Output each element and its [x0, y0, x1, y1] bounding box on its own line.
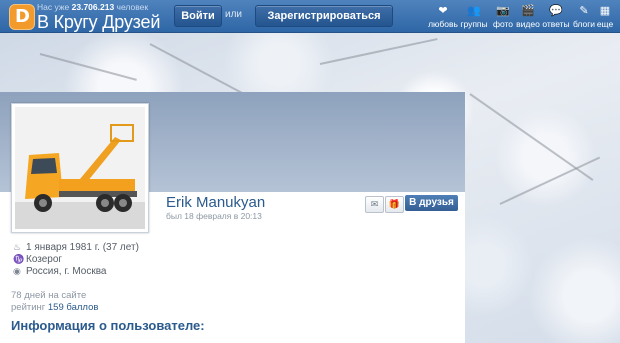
birthday-text: 1 января 1981 г. (37 лет): [26, 242, 139, 253]
logo-letter: D: [15, 6, 30, 27]
top-navigation-bar: D Нас уже 23.706.213 человек В Кругу Дру…: [0, 0, 620, 33]
truck-photo-image: [15, 107, 145, 229]
send-message-button[interactable]: ✉: [365, 196, 384, 213]
member-counter: Нас уже 23.706.213 человек: [37, 2, 148, 12]
location-row: ◉ Россия, г. Москва: [13, 266, 106, 277]
location-text: Россия, г. Москва: [26, 266, 107, 277]
last-seen: был 18 февраля в 20:13: [166, 211, 262, 221]
zodiac-text: Козерог: [26, 254, 63, 265]
rating-label: рейтинг: [11, 302, 46, 313]
days-on-site: 78 дней на сайте: [11, 290, 87, 301]
zodiac-row: ♑ Козерог: [13, 254, 62, 265]
counter-suffix: человек: [116, 2, 149, 12]
counter-value: 23.706.213: [71, 2, 115, 12]
rating-row: рейтинг 159 баллов: [11, 302, 98, 313]
send-gift-button[interactable]: 🎁: [385, 196, 404, 213]
or-label: или: [225, 9, 243, 20]
nav-item-more[interactable]: ▦ еще: [590, 0, 620, 32]
user-info-heading: Информация о пользователе:: [11, 318, 205, 333]
brand-name[interactable]: В Кругу Друзей: [37, 12, 160, 33]
birthday-row: ♨ 1 января 1981 г. (37 лет): [13, 242, 139, 253]
globe-icon: ◉: [13, 266, 21, 276]
profile-photo[interactable]: [11, 103, 149, 233]
nav-label: еще: [596, 19, 614, 29]
zodiac-icon: ♑: [13, 254, 25, 264]
add-friend-button[interactable]: В друзья: [405, 195, 458, 211]
rating-link[interactable]: 159 баллов: [48, 302, 99, 313]
gift-icon: 🎁: [388, 199, 401, 209]
login-button[interactable]: Войти: [174, 5, 222, 27]
register-button[interactable]: Зарегистрироваться: [255, 5, 393, 27]
envelope-icon: ✉: [370, 199, 379, 209]
counter-prefix: Нас уже: [37, 2, 70, 12]
site-logo[interactable]: D: [9, 4, 35, 30]
more-icon: ▦: [599, 5, 611, 17]
user-name: Erik Manukyan: [166, 194, 266, 211]
cake-icon: ♨: [13, 242, 22, 252]
